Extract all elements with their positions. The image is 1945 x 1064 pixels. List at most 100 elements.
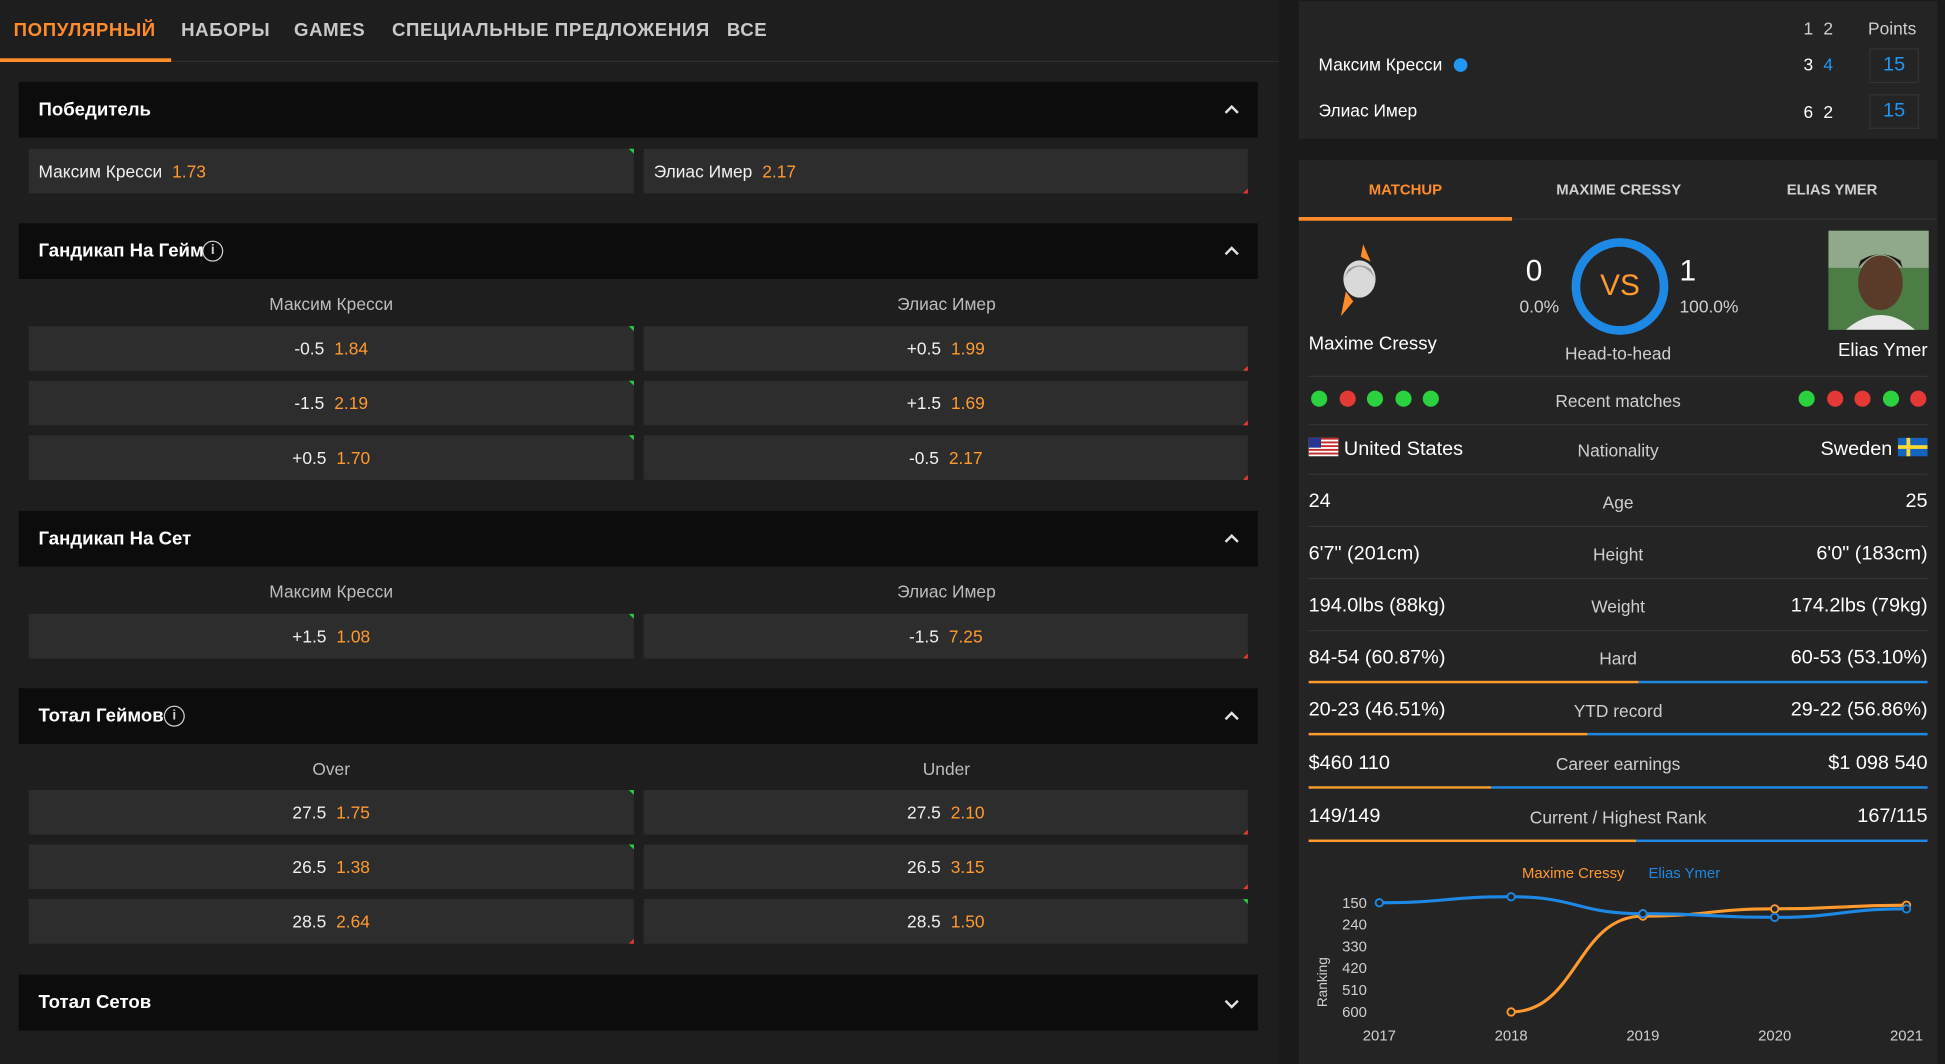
player-1-name: Maxime Cressy	[1308, 333, 1437, 355]
winner-header[interactable]: Победитель	[18, 81, 1258, 138]
stat-row: 84-54 (60.87%) Hard 60-53 (53.10%)	[1308, 634, 1928, 684]
tab-player-2[interactable]: ELIAS YMER	[1725, 160, 1938, 220]
win-dot-icon	[1394, 390, 1411, 407]
column-label: Элиас Имер	[897, 581, 996, 602]
tab-all[interactable]: ВСЕ	[727, 0, 767, 62]
up-arrow-icon	[628, 326, 634, 332]
up-arrow-icon	[628, 789, 634, 795]
odd-button[interactable]: 26.5 3.15	[643, 844, 1248, 890]
data-point	[1638, 909, 1648, 919]
winner-body: Максим Кресси 1.73 Элиас Имер 2.17	[18, 137, 1258, 204]
x-tick-label: 2018	[1495, 1028, 1528, 1044]
stat-right-value: 60-53 (53.10%)	[1790, 647, 1928, 669]
odd-price: 1.08	[336, 626, 371, 647]
tab-matchup[interactable]: MATCHUP	[1298, 160, 1513, 221]
odd-price: 2.17	[948, 447, 983, 468]
series-line-0	[1511, 903, 1907, 1014]
divider	[1308, 473, 1928, 475]
down-arrow-icon	[1242, 474, 1248, 480]
data-point	[1770, 912, 1780, 922]
odd-button[interactable]: -0.5 2.17	[643, 435, 1248, 480]
loss-dot-icon	[1910, 390, 1927, 407]
y-tick-label: 510	[1342, 983, 1367, 999]
player-1-avatar	[1333, 242, 1388, 319]
column-label: Максим Кресси	[269, 581, 394, 602]
data-point	[1506, 892, 1516, 902]
odd-price: 2.64	[336, 911, 370, 932]
odd-button[interactable]: +1.5 1.08	[28, 613, 634, 659]
odd-label: -1.5	[908, 626, 939, 647]
odd-label: Элиас Имер	[653, 161, 753, 182]
odd-label: +0.5	[906, 338, 942, 359]
data-point	[1506, 1007, 1516, 1017]
player-1-recent-form	[1311, 390, 1460, 408]
odd-button[interactable]: +1.5 1.69	[643, 380, 1248, 426]
y-tick-label: 150	[1342, 896, 1367, 912]
down-arrow-icon	[1242, 188, 1248, 194]
data-point	[1901, 904, 1912, 914]
odd-button[interactable]: +0.5 1.99	[643, 326, 1248, 371]
odd-button[interactable]: -1.5 7.25	[643, 613, 1248, 659]
total-games-header[interactable]: Тотал Геймов i	[18, 688, 1258, 745]
odd-button[interactable]: 27.5 1.75	[28, 789, 634, 835]
chevron-up-icon	[1223, 708, 1240, 725]
odd-price: 1.99	[950, 338, 985, 359]
odd-button[interactable]: 26.5 1.38	[28, 844, 634, 890]
chevron-up-icon	[1223, 102, 1240, 119]
odd-button[interactable]: Максим Кресси 1.73	[28, 148, 634, 194]
tab-bundles[interactable]: НАБОРЫ	[181, 0, 270, 62]
odd-label: Максим Кресси	[38, 161, 163, 182]
tab-games[interactable]: GAMES	[294, 0, 365, 62]
tab-player-1[interactable]: MAXIME CRESSY	[1512, 160, 1725, 220]
set-handicap-body: Максим Кресси Элиас Имер +1.5 1.08 -1.5 7.2…	[18, 566, 1258, 670]
player-1-share-bar	[1308, 732, 1588, 736]
x-tick-label: 2020	[1758, 1028, 1791, 1044]
tab-special-offers[interactable]: СПЕЦИАЛЬНЫЕ ПРЕДЛОЖЕНИЯ	[392, 0, 710, 62]
odd-price: 7.25	[948, 626, 983, 647]
odd-button[interactable]: 28.5 1.50	[643, 899, 1248, 944]
stat-label: Current / Highest Rank	[1529, 807, 1707, 828]
info-icon[interactable]: i	[202, 240, 224, 262]
player-1-share-bar	[1308, 839, 1637, 843]
odd-button[interactable]: Элиас Имер 2.17	[643, 148, 1248, 194]
recent-matches-label: Recent matches	[1555, 390, 1681, 411]
down-arrow-icon	[628, 938, 634, 944]
odd-button[interactable]: 28.5 2.64	[28, 899, 634, 944]
section-title: Тотал Геймов	[38, 705, 164, 727]
column-label: Элиас Имер	[897, 293, 996, 314]
column-label: Over	[312, 758, 351, 779]
sweden-flag-icon	[1897, 438, 1928, 460]
odd-button[interactable]: -1.5 2.19	[28, 380, 634, 426]
chevron-up-icon	[1223, 531, 1240, 548]
scoreboard: 1 2 Points Максим Кресси 3 4 15 Элиас Им…	[1298, 1, 1938, 139]
vs-badge: VS	[1571, 238, 1669, 335]
up-arrow-icon	[628, 844, 634, 850]
divider	[1308, 375, 1928, 377]
odd-price: 2.10	[950, 802, 985, 823]
stat-right-value: 6'0" (183cm)	[1816, 543, 1928, 565]
odd-label: +1.5	[906, 393, 942, 413]
info-icon[interactable]: i	[163, 705, 185, 727]
x-tick-label: 2019	[1626, 1028, 1659, 1044]
legend-entry: Elias Ymer	[1648, 866, 1720, 882]
player-2-h2h-pct: 100.0%	[1679, 296, 1739, 317]
stats-panel: MATCHUP MAXIME CRESSY ELIAS YMER 0 0.0% …	[1298, 159, 1938, 1064]
x-tick-label: 2017	[1363, 1028, 1396, 1044]
game-handicap-header[interactable]: Гандикап На Гейм i	[18, 223, 1258, 280]
data-point	[1770, 904, 1780, 914]
odd-button[interactable]: -0.5 1.84	[28, 326, 634, 371]
odd-button[interactable]: 27.5 2.10	[643, 789, 1248, 835]
odd-price: 1.38	[336, 856, 370, 877]
stat-row: 6'7" (201cm) Height 6'0" (183cm)	[1308, 530, 1928, 580]
markets-panel: ПОПУЛЯРНЫЙ НАБОРЫ GAMES СПЕЦИАЛЬНЫЕ ПРЕД…	[0, 0, 1279, 1064]
odd-button[interactable]: +0.5 1.70	[28, 435, 634, 480]
chevron-up-icon	[1223, 243, 1240, 260]
up-arrow-icon	[628, 148, 634, 154]
odd-price: 1.50	[950, 911, 985, 932]
set-handicap-header[interactable]: Гандикап На Сет	[18, 510, 1258, 567]
total-sets-header[interactable]: Тотал Сетов	[18, 974, 1258, 1031]
tennis-ball-icon	[1453, 58, 1468, 72]
points-score: 15	[1869, 48, 1919, 84]
player-2-share-bar	[1639, 680, 1928, 684]
tab-popular[interactable]: ПОПУЛЯРНЫЙ	[0, 0, 171, 63]
